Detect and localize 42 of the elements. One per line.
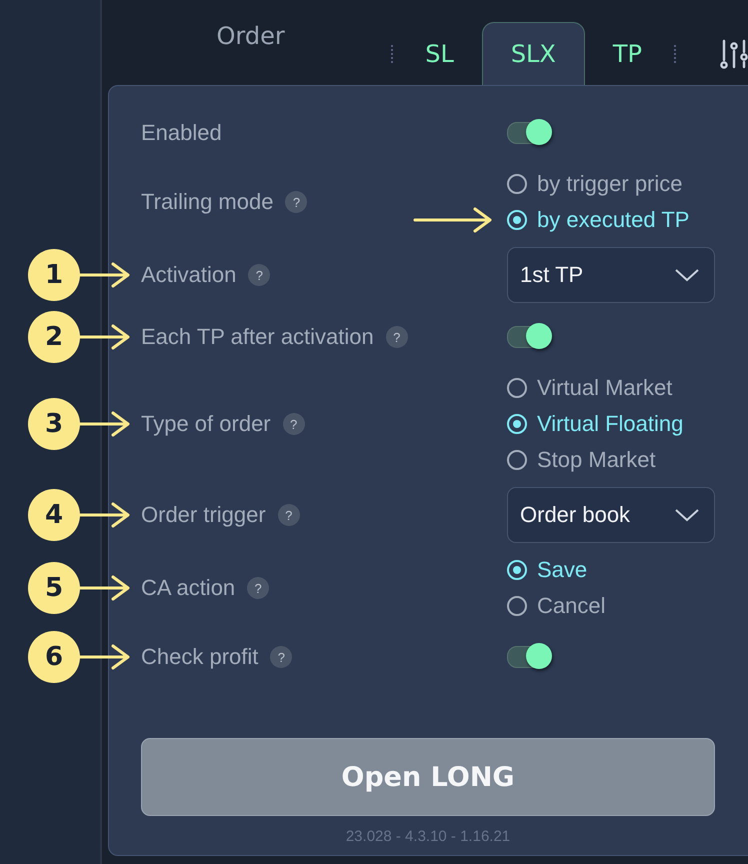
toggle-switch[interactable] (507, 646, 551, 668)
setting-label: Order trigger (141, 502, 266, 528)
setting-label: Trailing mode (141, 189, 274, 215)
setting-label: Activation (141, 262, 236, 288)
radio-option[interactable]: Save (507, 552, 715, 588)
help-icon[interactable]: ? (386, 326, 408, 348)
setting-label: Each TP after activation (141, 324, 374, 350)
toggle-switch[interactable] (507, 122, 551, 144)
arrow-icon (77, 575, 131, 601)
toggle-switch[interactable] (507, 326, 551, 348)
tab[interactable]: TP (584, 22, 670, 85)
tab[interactable]: Order (136, 22, 388, 85)
arrow-icon (77, 644, 131, 670)
help-icon[interactable]: ? (278, 504, 300, 526)
arrow-icon (77, 411, 131, 437)
open-long-button[interactable]: Open LONG (141, 738, 715, 816)
setting-label: Check profit (141, 644, 258, 670)
radio-option[interactable]: Cancel (507, 588, 715, 624)
chevron-down-icon (674, 268, 700, 282)
tab[interactable]: SLX (482, 22, 585, 85)
chevron-down-icon (674, 508, 700, 522)
arrow-icon (77, 262, 131, 288)
setting-label: Enabled (141, 120, 222, 146)
setting-label: Type of order (141, 411, 271, 437)
help-icon[interactable]: ? (270, 646, 292, 668)
tab[interactable]: SL (397, 22, 482, 85)
help-icon[interactable]: ? (282, 413, 305, 435)
setting-label: CA action (141, 575, 236, 601)
radio-option[interactable]: Stop Market (507, 442, 715, 478)
dropdown[interactable]: 1st TP (507, 247, 715, 303)
arrow-icon (77, 502, 131, 528)
version-text: 23.028 - 4.3.10 - 1.16.21 (344, 827, 512, 847)
arrow-icon (77, 324, 131, 350)
dropdown[interactable]: Order book (507, 487, 715, 543)
help-icon[interactable]: ? (285, 191, 308, 213)
radio-option[interactable]: Virtual Market (507, 370, 715, 406)
help-icon[interactable]: ? (247, 577, 270, 599)
sliders-icon[interactable] (720, 38, 748, 68)
help-icon[interactable]: ? (248, 264, 270, 286)
radio-option[interactable]: by trigger price (507, 166, 715, 202)
radio-option[interactable]: by executed TP (507, 202, 715, 238)
radio-option[interactable]: Virtual Floating (507, 406, 715, 442)
